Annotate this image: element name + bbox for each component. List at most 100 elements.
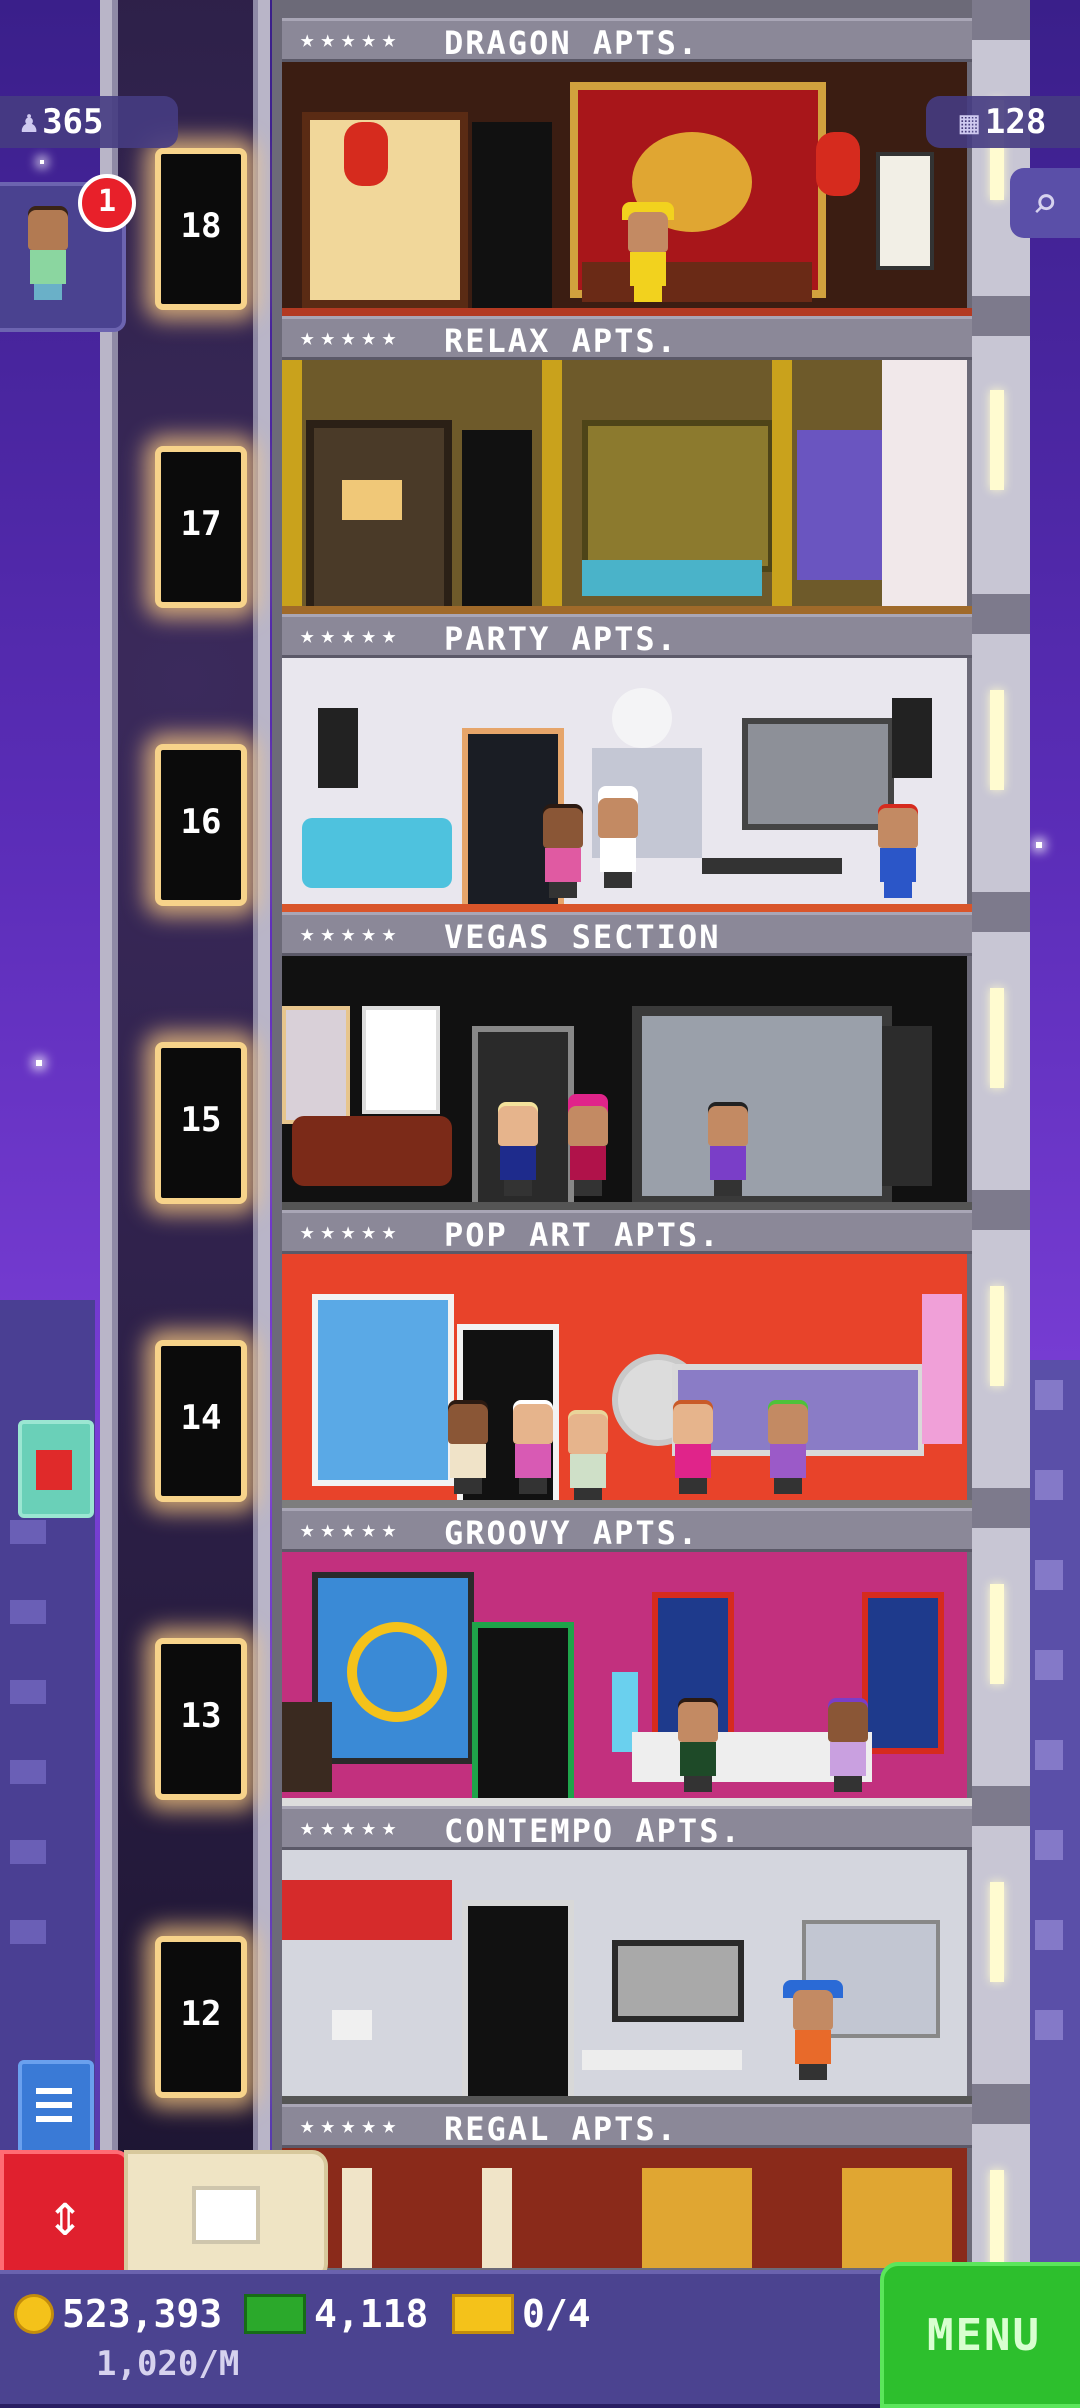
resident[interactable]: [667, 1400, 719, 1494]
elevator-arrows-icon[interactable]: ⇕: [0, 2150, 130, 2280]
elevator-door-floor[interactable]: 16: [155, 744, 247, 906]
floor-name: CONTEMPO APTS.: [444, 1812, 742, 1850]
floor-pop-art-apts[interactable]: ★★★★★ POP ART APTS.: [282, 1210, 977, 1510]
floor-label: ★★★★★ VEGAS SECTION: [282, 912, 977, 956]
notification-badge: 1: [78, 174, 136, 232]
floor-name: REGAL APTS.: [444, 2110, 678, 2148]
scroll: [876, 152, 934, 270]
tickets-counter[interactable]: 0/4: [452, 2292, 591, 2336]
elevator-door-floor[interactable]: 18: [155, 148, 247, 310]
resident[interactable]: [492, 1102, 544, 1196]
floor-label: ★★★★★ CONTEMPO APTS.: [282, 1806, 977, 1850]
elevator-door-floor[interactable]: 12: [155, 1936, 247, 2098]
fries-icon: [36, 1450, 72, 1490]
floor-name: VEGAS SECTION: [444, 918, 721, 956]
floor-groovy-apts[interactable]: ★★★★★ GROOVY APTS.: [282, 1508, 977, 1808]
floor-name: DRAGON APTS.: [444, 24, 700, 62]
elevator-door-floor[interactable]: 13: [155, 1638, 247, 1800]
floor-dragon-apts[interactable]: ★★★★★ DRAGON APTS.: [282, 18, 977, 318]
elevator-door-floor[interactable]: 15: [155, 1042, 247, 1204]
wood-pillar: [772, 360, 792, 610]
elevator-door-floor[interactable]: 14: [155, 1340, 247, 1502]
table-lamp: [342, 480, 402, 520]
resident[interactable]: [622, 202, 674, 302]
pop-art-frame: [312, 1294, 454, 1486]
floor-number: 18: [180, 206, 222, 246]
room-interior: [282, 1850, 967, 2100]
pop-art-frame: [922, 1294, 962, 1444]
floor-relax-apts[interactable]: ★★★★★ RELAX APTS.: [282, 316, 977, 616]
room-interior: [282, 1254, 967, 1504]
resident-chef[interactable]: [592, 786, 644, 888]
floor-label: ★★★★★ RELAX APTS.: [282, 316, 977, 360]
floor-vegas-section[interactable]: ★★★★★ VEGAS SECTION: [282, 912, 977, 1212]
side-card-food[interactable]: [18, 1420, 94, 1518]
population-counter[interactable]: ♟ 365: [0, 96, 178, 148]
floor-party-apts[interactable]: ★★★★★ PARTY APTS.: [282, 614, 977, 914]
elevator-shaft[interactable]: 18 17 16 15 14 13 12: [100, 0, 270, 2270]
floor-stars: ★★★★★: [300, 1515, 403, 1543]
gold-curtain: [642, 2168, 752, 2268]
sky-star: [1036, 842, 1042, 848]
resident[interactable]: [702, 1102, 754, 1196]
resident[interactable]: [562, 1094, 614, 1196]
resident[interactable]: [822, 1698, 874, 1792]
party-table: [702, 858, 842, 874]
magnifier-icon[interactable]: ⌕: [1010, 168, 1080, 238]
floor-name: RELAX APTS.: [444, 322, 678, 360]
population-value: 365: [42, 102, 104, 142]
bed: [582, 560, 762, 596]
red-lantern: [816, 132, 860, 196]
build-box-icon[interactable]: [124, 2150, 328, 2280]
floor-name: GROOVY APTS.: [444, 1514, 700, 1552]
room-interior: [282, 658, 967, 908]
bux-counter[interactable]: 4,118: [244, 2292, 428, 2336]
purple-window: [797, 430, 887, 580]
disco-ball: [612, 688, 672, 748]
floor-regal-apts[interactable]: ★★★★★ REGAL APTS.: [282, 2104, 977, 2274]
resident[interactable]: [562, 1410, 614, 1504]
side-card-document[interactable]: [18, 2060, 94, 2158]
wood-pillar: [542, 360, 562, 610]
floor-label: ★★★★★ POP ART APTS.: [282, 1210, 977, 1254]
column: [482, 2168, 512, 2268]
floor-name: PARTY APTS.: [444, 620, 678, 658]
floor-number: 15: [180, 1100, 222, 1140]
menu-button[interactable]: MENU: [880, 2262, 1080, 2408]
gold-curtain: [842, 2168, 952, 2268]
speaker: [892, 698, 932, 778]
resident[interactable]: [762, 1400, 814, 1494]
avatar: [22, 206, 74, 300]
floor-label: ★★★★★ PARTY APTS.: [282, 614, 977, 658]
document-icon: [36, 2088, 72, 2094]
curtain: [882, 360, 967, 610]
room-interior: [282, 2148, 967, 2268]
poster: [362, 1006, 440, 1114]
floors-grid-icon: ▦: [959, 103, 979, 141]
sofa: [292, 1116, 452, 1186]
floor-stars: ★★★★★: [300, 1813, 403, 1841]
floors-value: 128: [984, 102, 1047, 142]
big-tv: [632, 1006, 892, 1206]
floors-counter[interactable]: ▦ 128: [926, 96, 1080, 148]
resident[interactable]: [507, 1400, 559, 1494]
floor-number: 17: [180, 504, 222, 544]
headboard: [582, 420, 774, 572]
resident[interactable]: [442, 1400, 494, 1494]
income-rate: 1,020/M: [96, 2344, 240, 2384]
elevator-door-floor[interactable]: 17: [155, 446, 247, 608]
resident[interactable]: [783, 1980, 843, 2080]
shaft-rail: [258, 0, 270, 2270]
ticket-icon: [452, 2294, 514, 2334]
doorway: [462, 430, 532, 610]
speaker: [318, 708, 358, 788]
floor-contempo-apts[interactable]: ★★★★★ CONTEMPO APTS.: [282, 1806, 977, 2106]
peace-sign: [347, 1622, 447, 1722]
resident[interactable]: [872, 804, 924, 898]
tower: ★★★★★ DRAGON APTS. ★★★★★ RELAX APTS. ★★★…: [272, 0, 977, 2270]
resident[interactable]: [672, 1698, 724, 1792]
tickets-value: 0/4: [522, 2292, 591, 2336]
resident[interactable]: [537, 804, 589, 898]
floor-stars: ★★★★★: [300, 25, 403, 53]
floor-label: ★★★★★ DRAGON APTS.: [282, 18, 977, 62]
